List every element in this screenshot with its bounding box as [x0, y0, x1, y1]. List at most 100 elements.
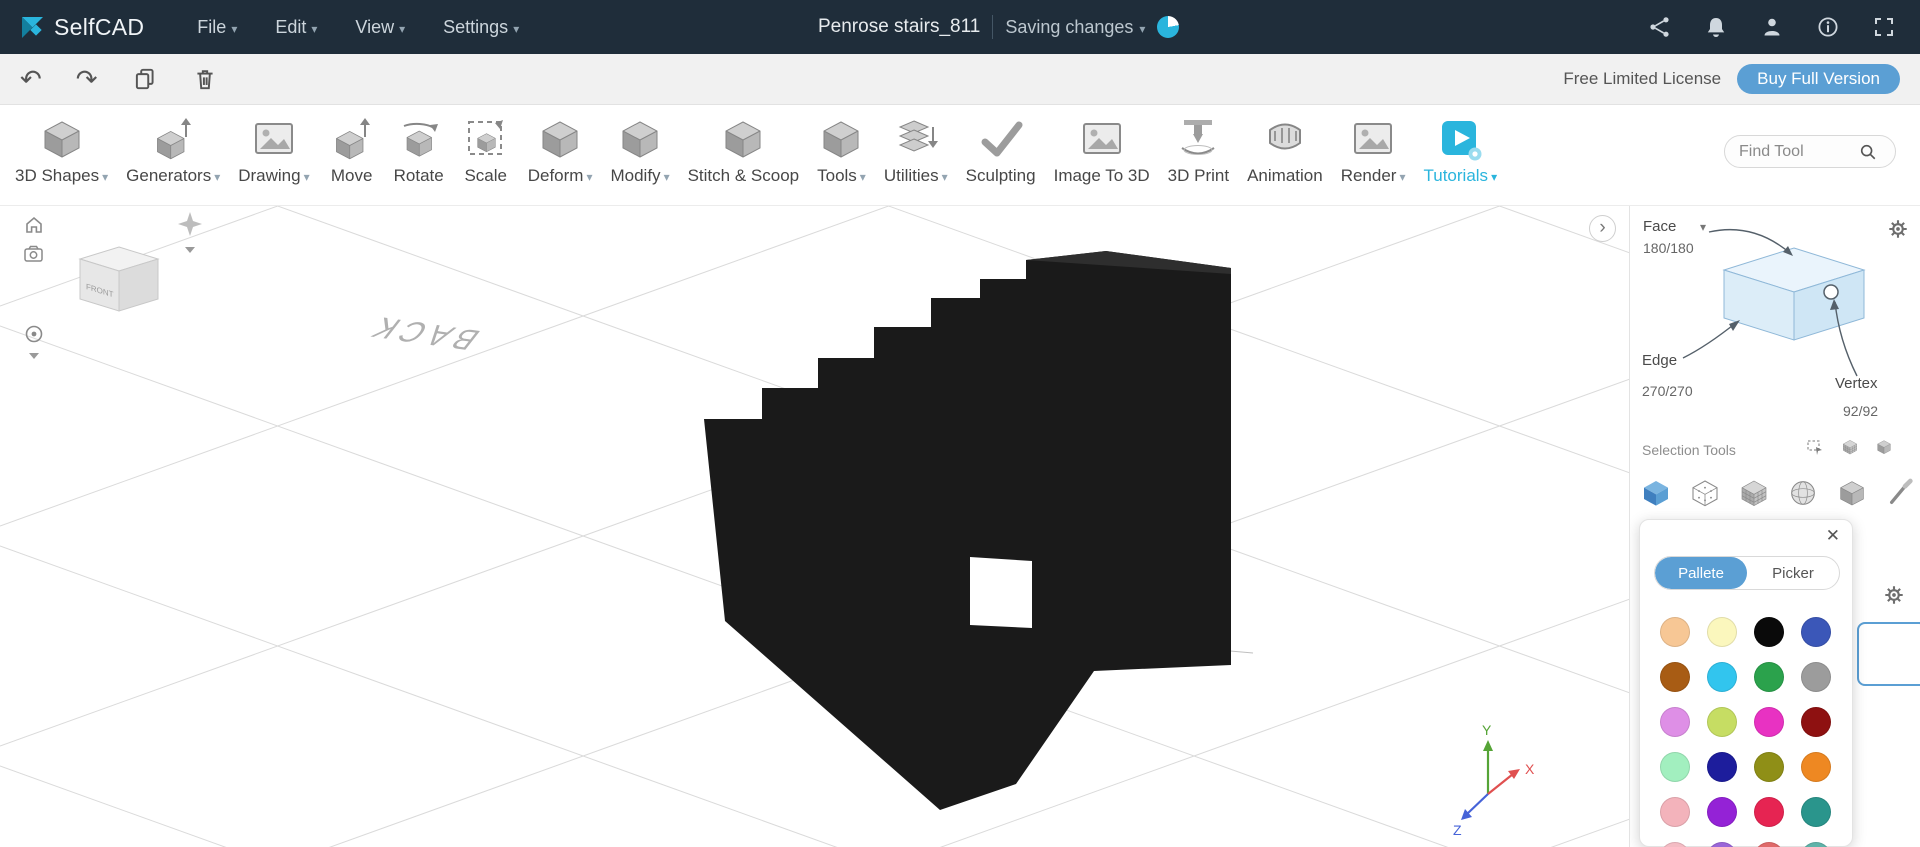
tool-tutorials[interactable]: Tutorials [1415, 115, 1507, 186]
compass-star-icon[interactable] [178, 212, 202, 253]
tool-render[interactable]: Render [1332, 115, 1415, 186]
tools-icon [817, 115, 865, 163]
account-person-icon[interactable] [1760, 15, 1784, 39]
tab-pallete[interactable]: Pallete [1655, 557, 1747, 589]
tool-utilities[interactable]: Utilities [875, 115, 957, 186]
tool-stitch-scoop[interactable]: Stitch & Scoop [679, 115, 809, 186]
select-polysphere-icon[interactable] [1787, 477, 1819, 509]
marquee-select-icon[interactable] [1806, 438, 1824, 456]
select-lattice-cube-icon[interactable] [1689, 477, 1721, 509]
color-swatch[interactable] [1754, 752, 1784, 782]
color-swatch[interactable] [1660, 707, 1690, 737]
close-icon[interactable] [1826, 526, 1840, 546]
color-swatch[interactable] [1707, 707, 1737, 737]
tool-rotate[interactable]: Rotate [385, 115, 453, 186]
color-swatch[interactable] [1754, 842, 1784, 847]
current-color-swatch[interactable] [1857, 622, 1920, 686]
3d-viewport[interactable]: BACK FRONT Y X Z [0, 206, 1629, 847]
tool-animation[interactable]: Animation [1238, 115, 1332, 186]
notifications-bell-icon[interactable] [1704, 15, 1728, 39]
tool-move[interactable]: Move [319, 115, 385, 186]
chevron-down-icon [214, 166, 220, 186]
menu-settings[interactable]: Settings [424, 0, 538, 54]
color-swatch[interactable] [1660, 617, 1690, 647]
axis-gizmo: Y X Z [1453, 722, 1535, 838]
tab-picker[interactable]: Picker [1747, 557, 1839, 589]
axis-z-label: Z [1453, 822, 1462, 838]
color-swatch[interactable] [1707, 752, 1737, 782]
select-solid-cube-icon-active[interactable] [1640, 477, 1672, 509]
color-swatch[interactable] [1801, 662, 1831, 692]
color-swatch[interactable] [1801, 752, 1831, 782]
document-title: Penrose stairs_811 [818, 16, 981, 37]
color-swatch[interactable] [1754, 662, 1784, 692]
undo-icon[interactable]: ↶ [20, 66, 42, 92]
menu-file[interactable]: File [178, 0, 256, 54]
tool-image-to-3d[interactable]: Image To 3D [1045, 115, 1159, 186]
color-swatch[interactable] [1707, 617, 1737, 647]
view-cube[interactable]: FRONT [78, 246, 160, 312]
color-swatch[interactable] [1801, 617, 1831, 647]
color-swatch[interactable] [1660, 662, 1690, 692]
license-status-text: Free Limited License [1563, 69, 1722, 88]
redo-icon[interactable]: ↷ [76, 66, 98, 92]
right-panel: Face ▾ 180/180 Edge 270/270 Vertex 92/92 [1629, 206, 1920, 847]
menu-view[interactable]: View [336, 0, 424, 54]
gear-icon[interactable] [1883, 584, 1905, 606]
color-swatch[interactable] [1660, 797, 1690, 827]
chevron-down-icon [399, 17, 405, 38]
quick-actions-bar: ↶ ↷ Free Limited License Buy Full Versio… [0, 54, 1920, 105]
chevron-down-icon [1491, 166, 1497, 186]
chevron-down-icon[interactable] [29, 353, 39, 359]
menu-edit[interactable]: Edit [256, 0, 336, 54]
color-swatch[interactable] [1801, 707, 1831, 737]
find-tool-input[interactable] [1739, 142, 1859, 161]
color-swatch[interactable] [1707, 662, 1737, 692]
tool-modify[interactable]: Modify [601, 115, 678, 186]
tool-scale[interactable]: Scale [453, 115, 519, 186]
orbit-settings-icon[interactable] [25, 325, 43, 360]
color-swatch[interactable] [1754, 797, 1784, 827]
buy-full-version-button[interactable]: Buy Full Version [1737, 64, 1900, 94]
color-swatch[interactable] [1754, 617, 1784, 647]
model-gap [970, 557, 1032, 628]
color-swatch[interactable] [1754, 707, 1784, 737]
menu-bar: File Edit View Settings [178, 0, 538, 54]
multi-cube-select-icon[interactable] [1841, 438, 1859, 456]
home-view-icon[interactable] [26, 216, 42, 233]
edge-mode-label[interactable]: Edge [1642, 352, 1677, 369]
find-tool-search[interactable] [1724, 135, 1896, 168]
tool-tools[interactable]: Tools [808, 115, 875, 186]
3d-print-icon [1174, 115, 1222, 163]
info-icon[interactable] [1816, 15, 1840, 39]
color-swatch[interactable] [1707, 797, 1737, 827]
tool-3d-print[interactable]: 3D Print [1159, 115, 1238, 186]
chevron-down-icon[interactable] [185, 247, 195, 253]
delete-trash-icon[interactable] [192, 66, 218, 92]
color-swatch[interactable] [1660, 752, 1690, 782]
saving-status[interactable]: Saving changes [1005, 16, 1180, 38]
tool-sculpting[interactable]: Sculpting [957, 115, 1045, 186]
color-swatch[interactable] [1707, 842, 1737, 847]
color-swatch[interactable] [1801, 842, 1831, 847]
copy-icon[interactable] [132, 66, 158, 92]
tool-drawing[interactable]: Drawing [229, 115, 318, 186]
vertex-mode-label[interactable]: Vertex [1835, 375, 1878, 392]
tutorials-play-icon [1436, 115, 1484, 163]
camera-view-icon[interactable] [24, 245, 43, 262]
tool-generators[interactable]: Generators [117, 115, 229, 186]
fullscreen-icon[interactable] [1872, 15, 1896, 39]
color-swatch[interactable] [1660, 842, 1690, 847]
select-shaded-cube-icon[interactable] [1836, 477, 1868, 509]
face-mode-label[interactable]: Face [1643, 218, 1676, 235]
tool-deform[interactable]: Deform [519, 115, 602, 186]
penrose-stairs-model[interactable] [704, 251, 1231, 810]
select-grid-cube-icon[interactable] [1738, 477, 1770, 509]
tool-3d-shapes[interactable]: 3D Shapes [6, 115, 117, 186]
color-swatch[interactable] [1801, 797, 1831, 827]
paint-brush-icon[interactable] [1885, 477, 1917, 509]
solid-cube-select-icon[interactable] [1875, 438, 1893, 456]
panel-collapse-chevron-button[interactable] [1589, 215, 1616, 242]
share-icon[interactable] [1648, 15, 1672, 39]
move-icon [328, 115, 376, 163]
